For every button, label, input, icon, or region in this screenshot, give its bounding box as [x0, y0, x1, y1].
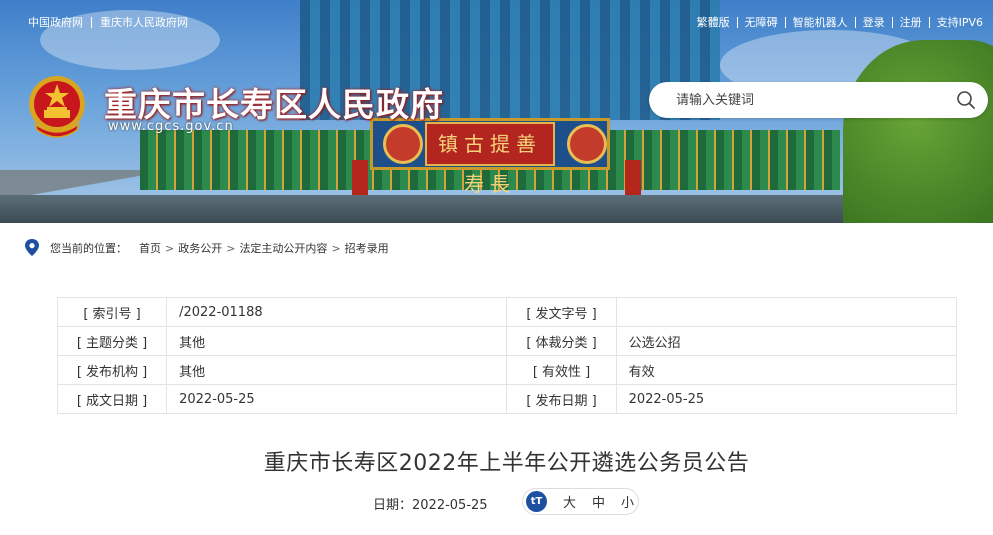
- breadcrumb-separator: >: [165, 241, 175, 255]
- table-row: [ 发布机构 ] 其他 [ 有效性 ] 有效: [56, 355, 958, 385]
- font-size-medium-button[interactable]: 中: [592, 492, 605, 511]
- breadcrumb-separator: >: [331, 241, 341, 255]
- divider: [854, 16, 856, 28]
- link-robot[interactable]: 智能机器人: [793, 14, 848, 30]
- meta-key: [ 体裁分类 ]: [506, 326, 617, 356]
- font-size-switch: tT 大 中 小: [522, 488, 639, 515]
- breadcrumb-recruitment[interactable]: 招考录用: [345, 240, 389, 256]
- meta-key: [ 发文字号 ]: [506, 297, 617, 327]
- divider: [91, 16, 92, 28]
- date-value: 2022-05-25: [412, 498, 488, 513]
- meta-key: [ 有效性 ]: [506, 355, 617, 385]
- meta-key: [ 索引号 ]: [56, 297, 168, 327]
- table-row: [ 成文日期 ] 2022-05-25 [ 发布日期 ] 2022-05-25: [56, 384, 958, 414]
- divider: [736, 16, 738, 28]
- link-gov-cn[interactable]: 中国政府网: [28, 14, 83, 30]
- location-pin-icon: [25, 239, 39, 256]
- gate-medallion-left: [383, 124, 423, 164]
- breadcrumb-home[interactable]: 首页: [139, 240, 161, 256]
- link-cq-gov[interactable]: 重庆市人民政府网: [100, 14, 188, 30]
- header-banner: 镇古提善寿長 中国政府网 重庆市人民政府网 繁體版 无障碍 智能机器人 登录 注…: [0, 0, 993, 223]
- link-register[interactable]: 注册: [900, 14, 922, 30]
- meta-key: [ 成文日期 ]: [56, 384, 168, 414]
- gate-plaque: 镇古提善寿長: [425, 122, 555, 196]
- link-traditional[interactable]: 繁體版: [697, 14, 730, 30]
- meta-value: /2022-01188: [166, 297, 508, 327]
- meta-value: 其他: [166, 326, 508, 356]
- link-ipv6[interactable]: 支持IPV6: [937, 14, 983, 30]
- top-links-right: 繁體版 无障碍 智能机器人 登录 注册 支持IPV6: [697, 14, 983, 30]
- article-title: 重庆市长寿区2022年上半年公开遴选公务员公告: [263, 451, 750, 476]
- meta-value: 其他: [166, 355, 508, 385]
- meta-key: [ 主题分类 ]: [56, 326, 168, 356]
- site-url: www.cgcs.gov.cn: [108, 119, 234, 134]
- search-box: [649, 82, 988, 118]
- meta-value: 公选公招: [615, 326, 958, 356]
- national-emblem-icon: [29, 76, 85, 138]
- breadcrumb-prefix: 您当前的位置：: [50, 242, 127, 255]
- breadcrumb-gov-affairs[interactable]: 政务公开: [178, 240, 222, 256]
- search-input[interactable]: [676, 92, 946, 108]
- font-size-large-button[interactable]: 大: [563, 492, 576, 511]
- date-label: 日期：: [373, 498, 413, 513]
- document-meta-table: [ 索引号 ] /2022-01188 [ 发文字号 ] [ 主题分类 ] 其他…: [56, 297, 958, 414]
- article-date: 日期：2022-05-25: [373, 494, 488, 513]
- meta-value: 2022-05-25: [615, 384, 958, 414]
- font-size-icon: tT: [526, 491, 547, 512]
- search-icon[interactable]: [956, 90, 976, 110]
- font-size-small-button[interactable]: 小: [621, 492, 634, 511]
- table-row: [ 主题分类 ] 其他 [ 体裁分类 ] 公选公招: [56, 326, 958, 356]
- breadcrumb-statutory[interactable]: 法定主动公开内容: [239, 240, 327, 256]
- divider: [891, 16, 893, 28]
- tree: [843, 40, 993, 223]
- breadcrumb: 您当前的位置： 首页 > 政务公开 > 法定主动公开内容 > 招考录用: [24, 238, 389, 258]
- link-login[interactable]: 登录: [863, 14, 885, 30]
- top-links-left: 中国政府网 重庆市人民政府网: [28, 14, 188, 30]
- divider: [928, 16, 930, 28]
- meta-value: 有效: [615, 355, 958, 385]
- meta-value: 2022-05-25: [166, 384, 508, 414]
- gate-medallion-right: [567, 124, 607, 164]
- meta-key: [ 发布日期 ]: [506, 384, 617, 414]
- divider: [784, 16, 786, 28]
- link-accessibility[interactable]: 无障碍: [745, 14, 778, 30]
- breadcrumb-separator: >: [226, 241, 236, 255]
- table-row: [ 索引号 ] /2022-01188 [ 发文字号 ]: [56, 297, 958, 327]
- meta-value: [615, 297, 958, 327]
- meta-key: [ 发布机构 ]: [56, 355, 168, 385]
